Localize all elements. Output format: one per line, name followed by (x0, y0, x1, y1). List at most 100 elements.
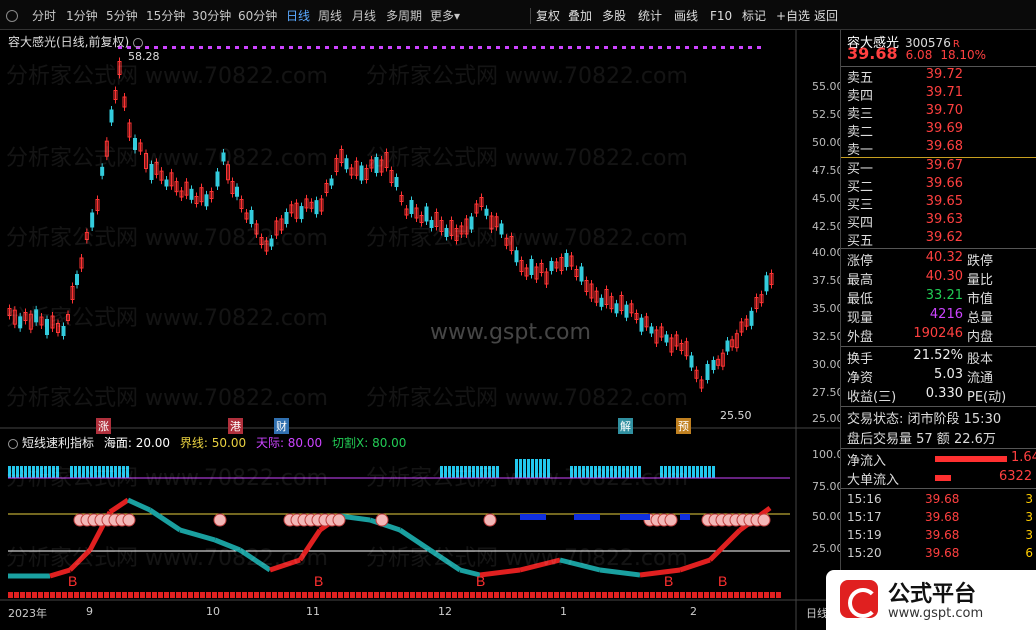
marker-dot (532, 46, 536, 49)
marker-dot (370, 46, 374, 49)
net-inflow-label: 净流入 (847, 454, 887, 469)
bid-row[interactable]: 买二 39.66 (847, 176, 1036, 195)
price-tick: 45.00 (812, 192, 844, 205)
ask-row[interactable]: 卖五 39.72 (847, 67, 1036, 86)
add-watchlist-button[interactable]: +自选 (776, 7, 810, 25)
stat-value: 190246 (913, 326, 963, 341)
period-15min[interactable]: 15分钟 (146, 7, 185, 25)
candle-body (215, 171, 220, 187)
histogram-bar (70, 466, 73, 478)
bid-row[interactable]: 买一 39.67 (847, 158, 1036, 177)
histogram-bar (24, 466, 27, 478)
param-qiege: 切割X: 80.00 (331, 436, 407, 450)
period-60min[interactable]: 60分钟 (238, 7, 277, 25)
strip-cell (506, 592, 511, 598)
strip-cell (80, 592, 85, 598)
signal-circle (213, 513, 227, 527)
period-weekly[interactable]: 周线 (318, 7, 342, 25)
bid-row[interactable]: 买五 39.62 (847, 230, 1036, 249)
stats-button[interactable]: 统计 (638, 7, 662, 25)
histogram-bar (578, 466, 581, 478)
ask-row[interactable]: 卖三 39.70 (847, 103, 1036, 122)
histogram-bar (590, 466, 593, 478)
indicator-settings-icon[interactable] (8, 438, 18, 449)
ask-row[interactable]: 卖二 39.69 (847, 121, 1036, 140)
tick-price: 39.68 (925, 510, 960, 524)
histogram-bar (114, 466, 117, 478)
ask-price: 39.71 (925, 85, 963, 100)
marker-dot (181, 46, 185, 49)
f10-button[interactable]: F10 (710, 7, 732, 25)
date-label: 10 (206, 605, 220, 618)
event-tag[interactable]: 解 (618, 418, 633, 434)
multi-stock-button[interactable]: 多股 (602, 7, 626, 25)
period-monthly[interactable]: 月线 (352, 7, 376, 25)
histogram-bar (16, 466, 19, 478)
strip-cell (746, 592, 751, 598)
strip-cell (764, 592, 769, 598)
period-fenshi[interactable]: 分时 (32, 7, 56, 25)
strip-cell (242, 592, 247, 598)
strip-cell (314, 592, 319, 598)
period-5min[interactable]: 5分钟 (106, 7, 138, 25)
event-tag[interactable]: 港 (228, 418, 243, 434)
period-more-label: 更多 (430, 9, 455, 23)
bid-price: 39.67 (925, 158, 963, 173)
event-tag[interactable]: 财 (274, 418, 289, 434)
strip-cell (224, 592, 229, 598)
overlay-button[interactable]: 叠加 (568, 7, 592, 25)
histogram-bar (692, 466, 695, 478)
draw-line-button[interactable]: 画线 (674, 7, 698, 25)
back-button[interactable]: 返回 (814, 7, 838, 25)
chart-settings-icon[interactable] (133, 37, 144, 48)
candle-body (249, 210, 254, 224)
histogram-bar (440, 466, 443, 478)
event-tag[interactable]: 涨 (96, 418, 111, 434)
indicator-step (49, 567, 71, 579)
candle-body (90, 212, 95, 228)
strip-cell (230, 592, 235, 598)
marker-dot (163, 46, 167, 49)
fuquan-button[interactable]: 复权 (536, 7, 560, 25)
ask-row[interactable]: 卖四 39.71 (847, 85, 1036, 104)
indicator-step (269, 557, 301, 573)
strip-cell (548, 592, 553, 598)
histogram-bar (448, 466, 451, 478)
bid-row[interactable]: 买四 39.63 (847, 212, 1036, 231)
strip-cell (392, 592, 397, 598)
period-more[interactable]: 更多▾ (430, 7, 460, 25)
bid-row[interactable]: 买三 39.65 (847, 194, 1036, 213)
candle-body (664, 334, 669, 343)
kline-chart[interactable]: BBBBB (0, 30, 840, 630)
event-tag[interactable]: 预 (676, 418, 691, 434)
period-multi[interactable]: 多周期 (386, 7, 422, 25)
ask-row[interactable]: 卖一 39.68 (847, 139, 1036, 158)
strip-cell (260, 592, 265, 598)
mark-button[interactable]: 标记 (742, 7, 766, 25)
logo-mark-icon (840, 580, 878, 618)
bid-label: 买一 (847, 162, 874, 177)
strip-cell (368, 592, 373, 598)
stat-row: 换手 21.52% 股本 (847, 348, 1036, 367)
tick-price: 39.68 (925, 546, 960, 560)
settings-icon[interactable] (6, 10, 18, 22)
stat-label: 总量 (967, 311, 994, 326)
stat-value: 40.30 (925, 269, 963, 284)
chart-area[interactable]: B B B B B 容大感光(日线,前复权) 58.28 25.50 55.00 52.… (0, 30, 844, 630)
strip-cell (638, 592, 643, 598)
tick-price: 39.68 (925, 528, 960, 542)
indicator-title: 短线速利指标 海面: 20.00 界线: 50.00 天际: 80.00 切割X… (8, 434, 412, 451)
strip-cell (572, 592, 577, 598)
indicator-step (179, 527, 216, 543)
indicator-step (559, 557, 601, 573)
period-daily[interactable]: 日线 (286, 7, 310, 25)
strip-cell (482, 592, 487, 598)
period-1min[interactable]: 1分钟 (66, 7, 98, 25)
strip-cell (692, 592, 697, 598)
period-indicator[interactable]: 日线 (806, 605, 828, 621)
stat-value: 21.52% (913, 348, 963, 363)
marker-dot (415, 46, 419, 49)
histogram-bar (74, 466, 77, 478)
period-30min[interactable]: 30分钟 (192, 7, 231, 25)
marker-dot (730, 46, 734, 49)
